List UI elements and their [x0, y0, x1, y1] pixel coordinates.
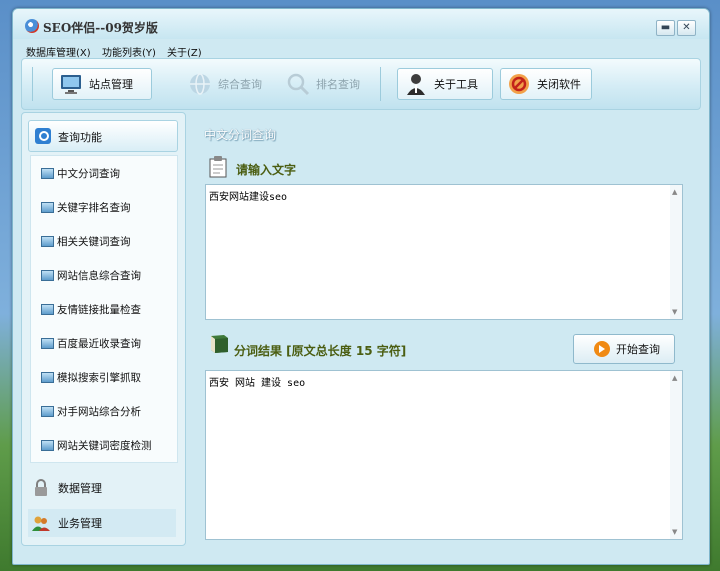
toolbar-separator: [32, 67, 33, 101]
result-scrollbar[interactable]: ▲ ▼: [670, 371, 682, 539]
input-label: 请输入文字: [236, 163, 297, 177]
result-text-value: 西安 网站 建设 seo: [209, 378, 306, 389]
window-icon: [41, 303, 54, 315]
minimize-button[interactable]: ▬: [656, 20, 675, 36]
result-label: 分词结果 [原文总长度 15 字符]: [234, 344, 407, 358]
window-icon: [41, 337, 54, 349]
main-panel: 中文分词查询 请输入文字 西安网站建设seo ▲ ▼ 分词结果 [原文总长度 1…: [188, 112, 700, 544]
window-icon: [41, 371, 54, 383]
business-manage-label: 业务管理: [58, 517, 102, 530]
query-function-list: 中文分词查询 关键字排名查询 相关关键词查询 网站信息综合查询 友情链接批量检查…: [30, 155, 178, 463]
input-scrollbar[interactable]: ▲ ▼: [670, 185, 682, 319]
lock-icon: [32, 479, 50, 497]
sidebar: 查询功能 中文分词查询 关键字排名查询 相关关键词查询 网站信息综合查询 友情链…: [21, 112, 186, 546]
sidebar-data-manage[interactable]: 数据管理: [28, 474, 176, 502]
sidebar-header-label: 查询功能: [58, 131, 102, 144]
notepad-icon: [208, 156, 228, 178]
magnifier-icon: [286, 72, 310, 96]
scroll-up-icon[interactable]: ▲: [672, 374, 677, 382]
app-window: SEO伴侣--09贺岁版 ▬ ✕ 数据库管理(X) 功能列表(Y) 关于(Z) …: [12, 8, 710, 565]
combined-query-label: 综合查询: [218, 78, 262, 91]
user-icon: [404, 72, 428, 96]
users-icon: [32, 514, 50, 532]
sidebar-item-related-keywords[interactable]: 相关关键词查询: [41, 232, 131, 250]
stop-icon: [507, 72, 531, 96]
toolbar-separator: [380, 67, 381, 101]
close-app-button[interactable]: 关闭软件: [500, 68, 592, 100]
close-app-label: 关闭软件: [537, 78, 581, 91]
about-tool-label: 关于工具: [434, 78, 478, 91]
window-icon: [41, 405, 54, 417]
sidebar-item-baidu-index[interactable]: 百度最近收录查询: [41, 334, 141, 352]
site-manage-button[interactable]: 站点管理: [52, 68, 152, 100]
window-icon: [41, 269, 54, 281]
combined-query-button[interactable]: 综合查询: [182, 68, 272, 100]
sidebar-business-manage[interactable]: 业务管理: [28, 509, 176, 537]
sidebar-item-link-check[interactable]: 友情链接批量检查: [41, 300, 141, 318]
sidebar-header-query[interactable]: 查询功能: [28, 120, 178, 152]
scroll-down-icon[interactable]: ▼: [672, 308, 677, 316]
scroll-down-icon[interactable]: ▼: [672, 528, 677, 536]
search-icon: [35, 128, 51, 144]
app-logo-icon: [25, 19, 39, 33]
window-title: SEO伴侣--09贺岁版: [43, 21, 158, 35]
rank-query-label: 排名查询: [316, 78, 360, 91]
window-icon: [41, 235, 54, 247]
window-icon: [41, 439, 54, 451]
sidebar-item-keyword-density[interactable]: 网站关键词密度检测: [41, 436, 152, 454]
input-text-value: 西安网站建设seo: [209, 192, 288, 203]
sidebar-item-competitor[interactable]: 对手网站综合分析: [41, 402, 141, 420]
data-manage-label: 数据管理: [58, 482, 102, 495]
scroll-up-icon[interactable]: ▲: [672, 188, 677, 196]
about-tool-button[interactable]: 关于工具: [397, 68, 493, 100]
menu-database[interactable]: 数据库管理(X): [26, 44, 91, 59]
title-bar: SEO伴侣--09贺岁版 ▬ ✕: [13, 9, 709, 39]
rank-query-button[interactable]: 排名查询: [280, 68, 370, 100]
result-textarea[interactable]: 西安 网站 建设 seo ▲ ▼: [205, 370, 683, 540]
monitor-icon: [59, 72, 83, 96]
section-title: 中文分词查询: [204, 128, 277, 142]
start-query-label: 开始查询: [616, 343, 660, 356]
sidebar-item-word-segment[interactable]: 中文分词查询: [41, 164, 120, 182]
globe-icon: [188, 72, 212, 96]
book-icon: [208, 334, 230, 354]
sidebar-item-site-info[interactable]: 网站信息综合查询: [41, 266, 141, 284]
input-textarea[interactable]: 西安网站建设seo ▲ ▼: [205, 184, 683, 320]
start-query-button[interactable]: 开始查询: [573, 334, 675, 364]
sidebar-item-crawler-sim[interactable]: 模拟搜索引擎抓取: [41, 368, 141, 386]
site-manage-label: 站点管理: [89, 78, 133, 91]
menu-bar: 数据库管理(X) 功能列表(Y) 关于(Z): [13, 41, 709, 59]
arrow-right-icon: [594, 341, 610, 357]
menu-functions[interactable]: 功能列表(Y): [102, 44, 156, 59]
window-icon: [41, 201, 54, 213]
toolbar: 站点管理 综合查询 排名查询 关于工具 关闭软件: [21, 58, 701, 110]
menu-about[interactable]: 关于(Z): [167, 44, 202, 59]
close-window-button[interactable]: ✕: [677, 20, 696, 36]
window-icon: [41, 167, 54, 179]
sidebar-item-keyword-rank[interactable]: 关键字排名查询: [41, 198, 131, 216]
